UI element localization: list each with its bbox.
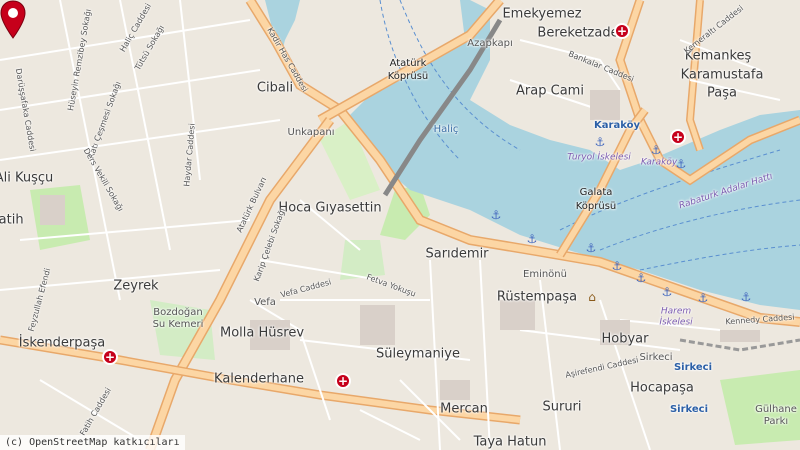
label-taya-hatun: Taya Hatun bbox=[473, 434, 547, 450]
label-eminonu: Eminönü bbox=[523, 269, 567, 280]
hospital-icon[interactable]: + bbox=[335, 373, 351, 389]
label-bozdogan: Bozdoğan bbox=[153, 307, 203, 318]
label-harem: Harem bbox=[660, 306, 692, 317]
anchor-icon[interactable]: ⚓ bbox=[636, 271, 647, 285]
label-karakoy-metro: Karaköy bbox=[594, 120, 640, 131]
label-galata-bridge-2: Köprüsü bbox=[575, 201, 617, 212]
anchor-icon[interactable]: ⚓ bbox=[651, 143, 662, 157]
label-bereketzade: Bereketzade bbox=[537, 25, 619, 41]
label-suleymaniye: Süleymaniye bbox=[376, 346, 460, 362]
anchor-icon[interactable]: ⚓ bbox=[612, 259, 623, 273]
label-parki: Parkı bbox=[763, 416, 789, 427]
map-attribution: (c) OpenStreetMap katkıcıları bbox=[0, 435, 185, 450]
hospital-icon[interactable]: + bbox=[102, 349, 118, 365]
label-rustempasa: Rüstempaşa bbox=[496, 289, 578, 305]
hospital-icon[interactable]: + bbox=[670, 129, 686, 145]
label-sirkeci-tram: Sirkeci bbox=[669, 404, 709, 415]
label-sururi: Sururi bbox=[542, 399, 582, 415]
label-su-kemeri: Su Kemeri bbox=[152, 319, 204, 330]
label-mercan: Mercan bbox=[440, 401, 488, 417]
anchor-icon[interactable]: ⚓ bbox=[491, 208, 502, 222]
label-cibali: Cibali bbox=[256, 80, 294, 96]
anchor-icon[interactable]: ⚓ bbox=[527, 232, 538, 246]
bazaar-icon[interactable]: ⌂ bbox=[588, 290, 596, 304]
label-karakoy-pier: Karaköy bbox=[640, 157, 678, 168]
label-sirkeci-metro: Sirkeci bbox=[673, 362, 713, 373]
map-marker-icon[interactable] bbox=[0, 0, 26, 40]
label-turyol: Turyol İskelesi bbox=[567, 152, 631, 163]
map-view[interactable]: Emekyemez Bereketzade Kemankeş Karamusta… bbox=[0, 0, 800, 450]
label-ataturk-bridge-2: Köprüsü bbox=[387, 71, 429, 82]
label-arap-cami: Arap Cami bbox=[516, 83, 584, 99]
label-galata-bridge: Galata bbox=[579, 187, 613, 198]
label-azapkapi: Azapkapı bbox=[467, 38, 513, 49]
label-gulhane: Gülhane bbox=[755, 404, 797, 415]
label-kalenderhane: Kalenderhane bbox=[214, 371, 304, 387]
label-iskenderpasa: İskenderpaşa bbox=[18, 335, 106, 351]
label-kemankes: Kemankeş bbox=[684, 48, 752, 64]
label-karamustafa: Karamustafa bbox=[680, 67, 764, 83]
anchor-icon[interactable]: ⚓ bbox=[676, 157, 687, 171]
label-hoca-giyasettin: Hoca Gıyasettin bbox=[278, 200, 382, 216]
label-emekyemez: Emekyemez bbox=[502, 6, 582, 22]
label-harem-2: İskelesi bbox=[659, 317, 693, 328]
anchor-icon[interactable]: ⚓ bbox=[586, 241, 597, 255]
label-sirkeci: Sirkeci bbox=[639, 352, 673, 363]
label-hocapasa: Hocapaşa bbox=[630, 380, 694, 396]
anchor-icon[interactable]: ⚓ bbox=[741, 290, 752, 304]
label-ali-kuscu: Ali Kuşçu bbox=[0, 170, 54, 186]
label-pasa: Paşa bbox=[707, 85, 737, 101]
label-halic: Haliç bbox=[433, 124, 459, 135]
label-molla-husrev: Molla Hüsrev bbox=[219, 325, 305, 341]
anchor-icon[interactable]: ⚓ bbox=[595, 135, 606, 149]
label-ataturk-bridge: Atatürk bbox=[389, 58, 427, 69]
anchor-icon[interactable]: ⚓ bbox=[662, 285, 673, 299]
label-unkapani: Unkapanı bbox=[287, 127, 335, 138]
hospital-icon[interactable]: + bbox=[614, 23, 630, 39]
label-vefa: Vefa bbox=[254, 297, 276, 308]
label-zeyrek: Zeyrek bbox=[113, 278, 159, 294]
anchor-icon[interactable]: ⚓ bbox=[698, 291, 709, 305]
label-saridemir: Sarıdemir bbox=[425, 246, 489, 262]
label-fatih: Fatih bbox=[0, 212, 24, 228]
label-hobyar: Hobyar bbox=[601, 331, 649, 347]
